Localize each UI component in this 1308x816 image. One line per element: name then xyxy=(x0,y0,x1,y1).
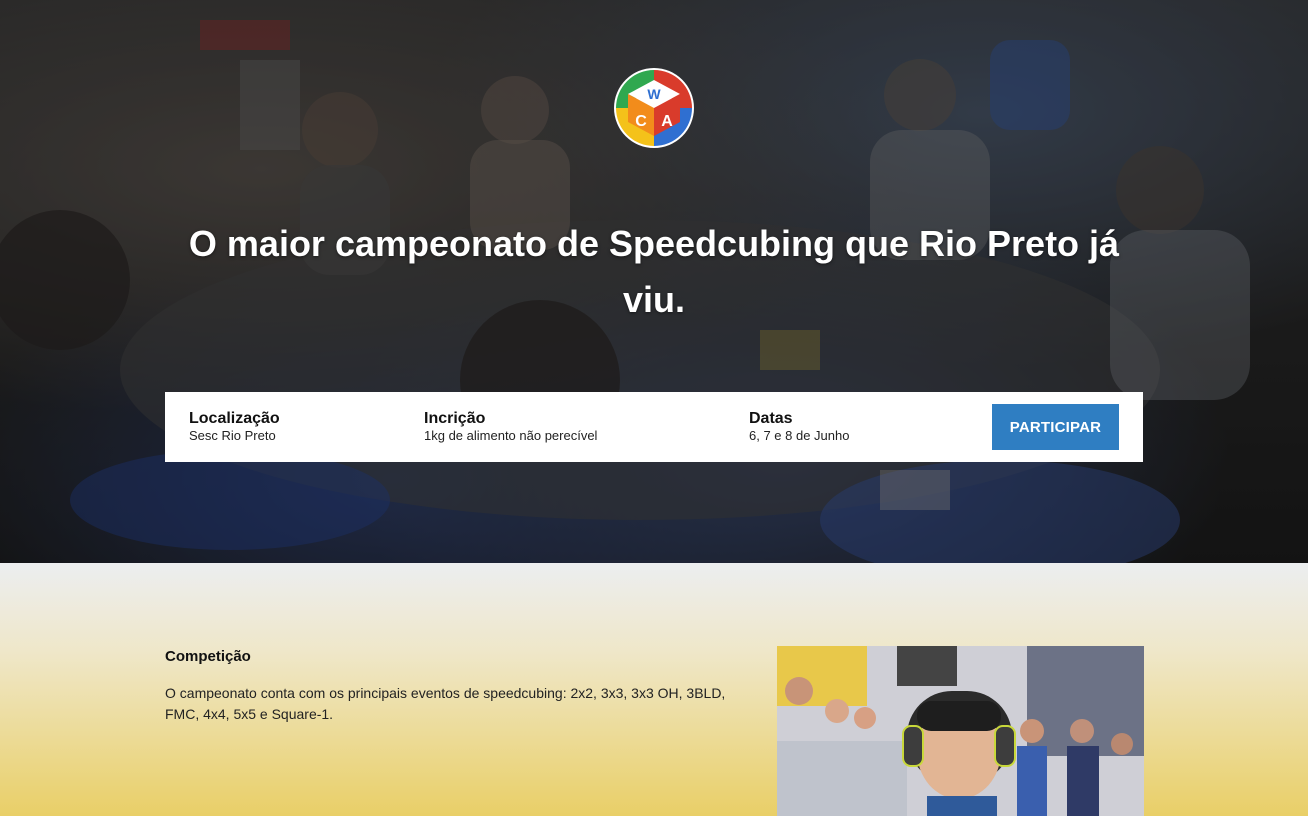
participate-button[interactable]: PARTICIPAR xyxy=(992,404,1119,450)
location-label: Localização xyxy=(189,410,280,427)
hero-section: W C A O maior campeonato de Speedcubing … xyxy=(0,0,1308,563)
dates-label: Datas xyxy=(749,410,793,427)
registration-info: Incrição 1kg de alimento não perecível xyxy=(424,410,597,444)
location-info: Localização Sesc Rio Preto xyxy=(189,410,280,444)
svg-text:A: A xyxy=(661,113,673,130)
competition-photo xyxy=(777,646,1144,816)
registration-label: Incrição xyxy=(424,410,486,427)
svg-text:C: C xyxy=(635,113,647,130)
hero-title: O maior campeonato de Speedcubing que Ri… xyxy=(188,223,1120,320)
dates-value: 6, 7 e 8 de Junho xyxy=(749,428,850,443)
location-value: Sesc Rio Preto xyxy=(189,428,276,443)
wca-logo-icon: W C A xyxy=(614,68,694,148)
competition-title: Competição xyxy=(165,648,251,665)
competition-description: O campeonato conta com os principais eve… xyxy=(165,685,726,722)
competition-section: Competição O campeonato conta com os pri… xyxy=(0,563,1308,816)
svg-text:W: W xyxy=(647,86,661,102)
registration-value: 1kg de alimento não perecível xyxy=(424,428,598,443)
dates-info: Datas 6, 7 e 8 de Junho xyxy=(749,410,849,444)
event-info-bar: Localização Sesc Rio Preto Incrição 1kg … xyxy=(165,392,1143,462)
